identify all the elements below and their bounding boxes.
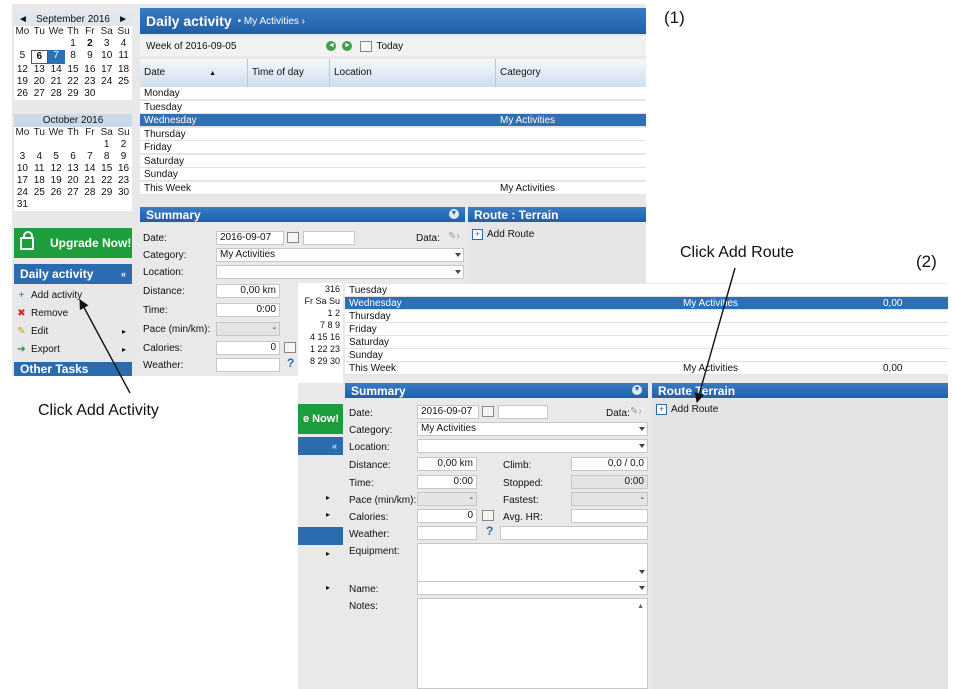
arrow-to-add-activity (79, 299, 131, 394)
annotation-arrows (79, 267, 736, 403)
arrow-to-add-route (694, 267, 736, 403)
